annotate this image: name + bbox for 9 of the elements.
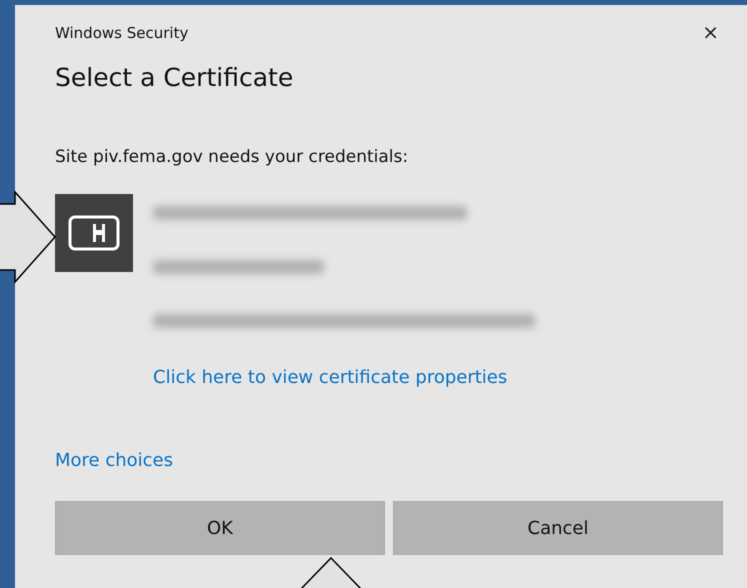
window-title: Windows Security bbox=[55, 23, 188, 44]
certificate-properties-link[interactable]: Click here to view certificate properties bbox=[153, 367, 508, 388]
more-choices-link[interactable]: More choices bbox=[55, 450, 174, 471]
ok-button[interactable]: OK bbox=[55, 501, 385, 555]
dialog-heading: Select a Certificate bbox=[55, 63, 294, 92]
cancel-button[interactable]: Cancel bbox=[393, 501, 723, 555]
certificate-icon[interactable] bbox=[55, 194, 133, 272]
close-button[interactable]: × bbox=[698, 22, 723, 42]
message-text: Site piv.fema.gov needs your credentials: bbox=[55, 146, 408, 166]
